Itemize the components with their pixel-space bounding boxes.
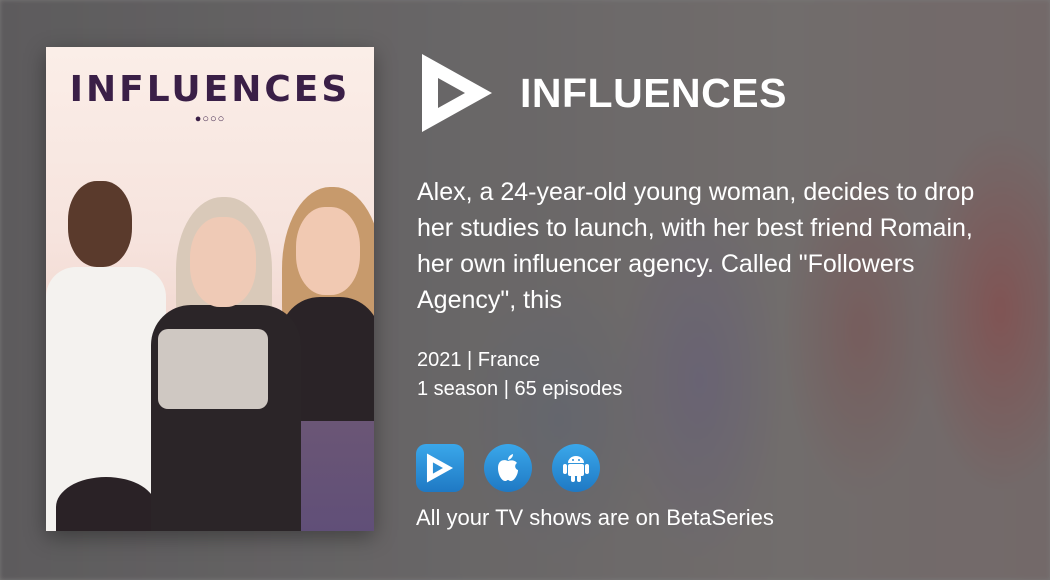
app-links [416, 444, 600, 492]
apple-icon [498, 454, 518, 481]
poster-figure [68, 181, 132, 267]
betaseries-play-icon [426, 453, 454, 483]
betaseries-tagline: All your TV shows are on BetaSeries [416, 505, 774, 530]
ios-app-button[interactable] [484, 444, 532, 492]
betaseries-app-button[interactable] [416, 444, 464, 492]
show-title: INFLUENCES [520, 70, 787, 116]
show-seasons-episodes: 1 season | 65 episodes [417, 378, 623, 400]
poster-figure [56, 477, 156, 531]
betaseries-logo-icon [422, 54, 492, 132]
show-poster[interactable]: INFLUENCES ●○○○ [46, 47, 374, 531]
poster-figure [190, 217, 256, 307]
poster-dots: ●○○○ [194, 113, 226, 125]
android-app-button[interactable] [552, 444, 600, 492]
poster-title: INFLUENCES [69, 69, 351, 110]
android-icon [563, 456, 589, 482]
show-synopsis: Alex, a 24-year-old young woman, decides… [417, 178, 975, 314]
poster-figure [158, 329, 268, 409]
poster-figure [296, 207, 360, 295]
show-year-country: 2021 | France [417, 349, 541, 371]
